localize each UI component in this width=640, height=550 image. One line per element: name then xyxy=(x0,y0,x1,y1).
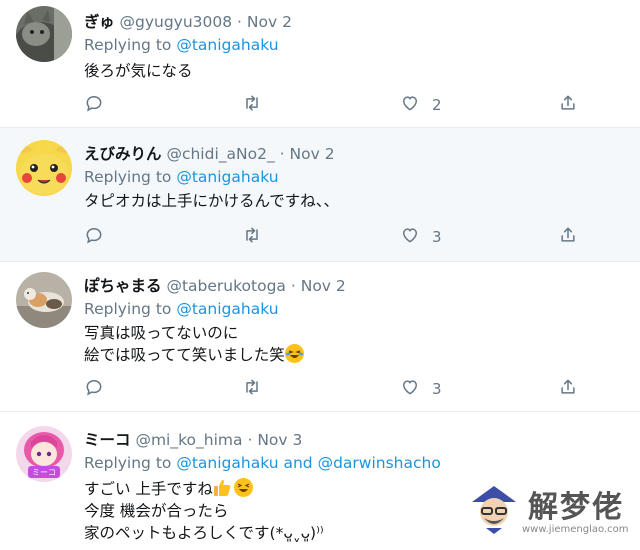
avatar[interactable] xyxy=(16,140,72,196)
tweet[interactable]: ぽちゃまる @taberukotoga · Nov 2 Replying to … xyxy=(0,262,640,412)
replying-to-label: Replying to xyxy=(84,300,172,318)
display-name[interactable]: えびみりん xyxy=(84,145,162,163)
like-count: 3 xyxy=(432,380,442,398)
user-handle[interactable]: @taberukotoga xyxy=(166,277,285,295)
tweet-text: タピオカは上手にかけるんですね、、 xyxy=(84,190,339,212)
share-button[interactable] xyxy=(558,226,578,248)
reply-icon xyxy=(84,225,104,249)
tweet-text: 後ろが気になる xyxy=(84,60,193,82)
like-count: 2 xyxy=(432,96,442,114)
grinning-squint-emoji xyxy=(233,478,253,497)
tweet[interactable]: えびみりん @chidi_aNo2_ · Nov 2 Replying to @… xyxy=(0,128,640,262)
tweet-text-line: 家のペットもよろしくです(*ᴗ͈ˬᴗ͈)⁾⁾ xyxy=(84,524,324,542)
like-icon xyxy=(400,93,420,117)
retweet-button[interactable] xyxy=(242,226,262,248)
watermark-title: 解梦佬 xyxy=(528,490,624,525)
like-icon xyxy=(400,225,420,249)
watermark-logo-icon xyxy=(472,486,516,534)
tweet-text-line: 今度 機会が合ったら xyxy=(84,502,229,520)
tweet-actions: 3 xyxy=(84,378,584,400)
display-name[interactable]: ぎゅ xyxy=(84,13,115,31)
svg-text:ミーコ: ミーコ xyxy=(32,468,56,477)
tweet-text-line: 写真は吸ってないのに xyxy=(84,324,239,342)
mention-link[interactable]: @tanigahaku xyxy=(176,454,278,472)
watermark: 解梦佬 www.jiemenglao.com xyxy=(462,478,634,542)
share-icon xyxy=(558,225,578,249)
tweet-date[interactable]: Nov 3 xyxy=(257,431,302,449)
replying-to-label: Replying to xyxy=(84,36,172,54)
separator: · xyxy=(247,431,253,449)
user-handle[interactable]: @gyugyu3008 xyxy=(119,13,232,31)
separator: · xyxy=(237,13,242,31)
mention-conjunction: and xyxy=(283,454,313,472)
tweet-header: ぽちゃまる @taberukotoga · Nov 2 xyxy=(84,274,346,296)
reply-icon xyxy=(84,93,104,117)
tweet[interactable]: ぎゅ @gyugyu3008 · Nov 2 Replying to @tani… xyxy=(0,0,640,128)
replying-to-label: Replying to xyxy=(84,454,172,472)
replying-to: Replying to @tanigahaku xyxy=(84,300,279,318)
share-icon xyxy=(558,377,578,401)
avatar[interactable] xyxy=(16,6,72,62)
like-icon xyxy=(400,377,420,401)
tweet-actions: 2 xyxy=(84,94,584,116)
watermark-url: www.jiemenglao.com xyxy=(522,524,629,535)
retweet-icon xyxy=(242,377,262,401)
mention-link[interactable]: @darwinshacho xyxy=(318,454,441,472)
tweet-text: 写真は吸ってないのに 絵では吸ってて笑いました笑 xyxy=(84,322,304,366)
separator: · xyxy=(290,277,296,295)
retweet-button[interactable] xyxy=(242,378,262,400)
mention-link[interactable]: @tanigahaku xyxy=(176,300,278,318)
like-button[interactable]: 3 xyxy=(400,378,442,400)
tweet-date[interactable]: Nov 2 xyxy=(247,13,292,31)
display-name[interactable]: ミーコ xyxy=(84,431,131,449)
mention-link[interactable]: @tanigahaku xyxy=(176,36,278,54)
avatar[interactable]: ミーコ xyxy=(16,426,72,482)
reply-button[interactable] xyxy=(84,378,104,400)
tweet-text: すごい 上手ですね 今度 機会が合ったら 家のペットもよろしくです(*ᴗ͈ˬᴗ͈… xyxy=(84,478,324,544)
thumbs-up-emoji xyxy=(213,478,232,497)
share-button[interactable] xyxy=(558,378,578,400)
tweet-text-line: すごい 上手ですね xyxy=(84,480,213,498)
retweet-icon xyxy=(242,225,262,249)
replying-to: Replying to @tanigahaku and @darwinshach… xyxy=(84,454,441,472)
tweet-header: ミーコ @mi_ko_hima · Nov 3 xyxy=(84,428,302,450)
tweet-text-line: 後ろが気になる xyxy=(84,62,193,80)
reply-feed: ぎゅ @gyugyu3008 · Nov 2 Replying to @tani… xyxy=(0,0,640,550)
tweet-header: えびみりん @chidi_aNo2_ · Nov 2 xyxy=(84,142,335,164)
share-icon xyxy=(558,93,578,117)
tweet-date[interactable]: Nov 2 xyxy=(290,145,335,163)
user-handle[interactable]: @mi_ko_hima xyxy=(135,431,242,449)
replying-to: Replying to @tanigahaku xyxy=(84,36,279,54)
retweet-icon xyxy=(242,93,262,117)
tweet-header: ぎゅ @gyugyu3008 · Nov 2 xyxy=(84,10,292,32)
display-name[interactable]: ぽちゃまる xyxy=(84,277,162,295)
like-button[interactable]: 2 xyxy=(400,94,442,116)
tweet-text-line: タピオカは上手にかけるんですね、、 xyxy=(84,192,339,210)
retweet-button[interactable] xyxy=(242,94,262,116)
like-count: 3 xyxy=(432,228,442,246)
reply-button[interactable] xyxy=(84,226,104,248)
separator: · xyxy=(279,145,285,163)
reply-icon xyxy=(84,377,104,401)
laughing-tears-emoji xyxy=(284,344,304,363)
share-button[interactable] xyxy=(558,94,578,116)
replying-to: Replying to @tanigahaku xyxy=(84,168,279,186)
reply-button[interactable] xyxy=(84,94,104,116)
tweet-date[interactable]: Nov 2 xyxy=(301,277,346,295)
mention-link[interactable]: @tanigahaku xyxy=(176,168,278,186)
tweet-actions: 3 xyxy=(84,226,584,248)
like-button[interactable]: 3 xyxy=(400,226,442,248)
user-handle[interactable]: @chidi_aNo2_ xyxy=(166,145,274,163)
tweet-text-line: 絵では吸ってて笑いました笑 xyxy=(84,346,285,364)
avatar[interactable] xyxy=(16,272,72,328)
replying-to-label: Replying to xyxy=(84,168,172,186)
